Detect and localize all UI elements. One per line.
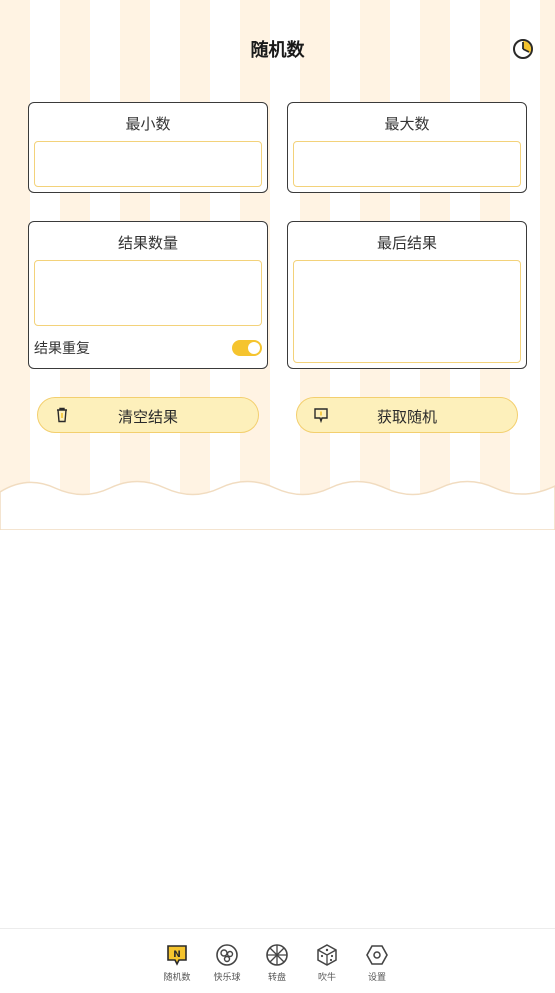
tab-label: 快乐球 [213, 973, 241, 983]
count-title: 结果数量 [117, 234, 178, 252]
min-input[interactable] [34, 141, 262, 187]
bottom-nav: N 随机数 快乐球 转盘 吹牛 设置 [0, 928, 555, 993]
page-title: 随机数 [250, 40, 305, 61]
n-badge-icon: N [167, 945, 187, 966]
repeat-toggle[interactable] [232, 340, 262, 356]
toggle-knob [248, 342, 260, 354]
tab-bluff[interactable]: 吹牛 [307, 943, 347, 983]
clock-icon[interactable] [512, 38, 534, 60]
tab-settings[interactable]: 设置 [357, 943, 397, 983]
status-bar [6, 4, 549, 18]
max-input[interactable] [293, 141, 521, 187]
min-card: 最小数 [28, 102, 268, 193]
wave-divider [0, 480, 555, 530]
clear-results-label: 清空结果 [117, 408, 178, 426]
repeat-label: 结果重复 [34, 341, 90, 357]
max-title: 最大数 [384, 115, 430, 133]
tab-label: 转盘 [267, 973, 286, 983]
tab-random-number[interactable]: N 随机数 [157, 943, 197, 983]
repeat-row: 结果重复 [34, 338, 262, 358]
dice-icon [317, 944, 337, 966]
tab-label: 吹牛 [317, 973, 336, 983]
get-random-button[interactable]: 获取随机 [296, 397, 518, 433]
count-input[interactable] [34, 260, 262, 326]
get-random-label: 获取随机 [376, 408, 437, 426]
last-result-title: 最后结果 [376, 234, 437, 252]
balls-icon [216, 944, 238, 966]
wheel-icon [266, 944, 288, 966]
min-title: 最小数 [125, 115, 171, 133]
clear-results-button[interactable]: 清空结果 [37, 397, 259, 433]
last-result-display [293, 260, 521, 363]
hexagon-icon [366, 945, 388, 965]
tab-happy-ball[interactable]: 快乐球 [207, 943, 247, 983]
tab-label: 随机数 [163, 973, 191, 983]
last-result-card: 最后结果 [287, 221, 527, 369]
tab-wheel[interactable]: 转盘 [257, 943, 297, 983]
count-card: 结果数量 结果重复 [28, 221, 268, 369]
tab-label: 设置 [367, 973, 386, 983]
svg-text:N: N [173, 950, 181, 960]
max-card: 最大数 [287, 102, 527, 193]
